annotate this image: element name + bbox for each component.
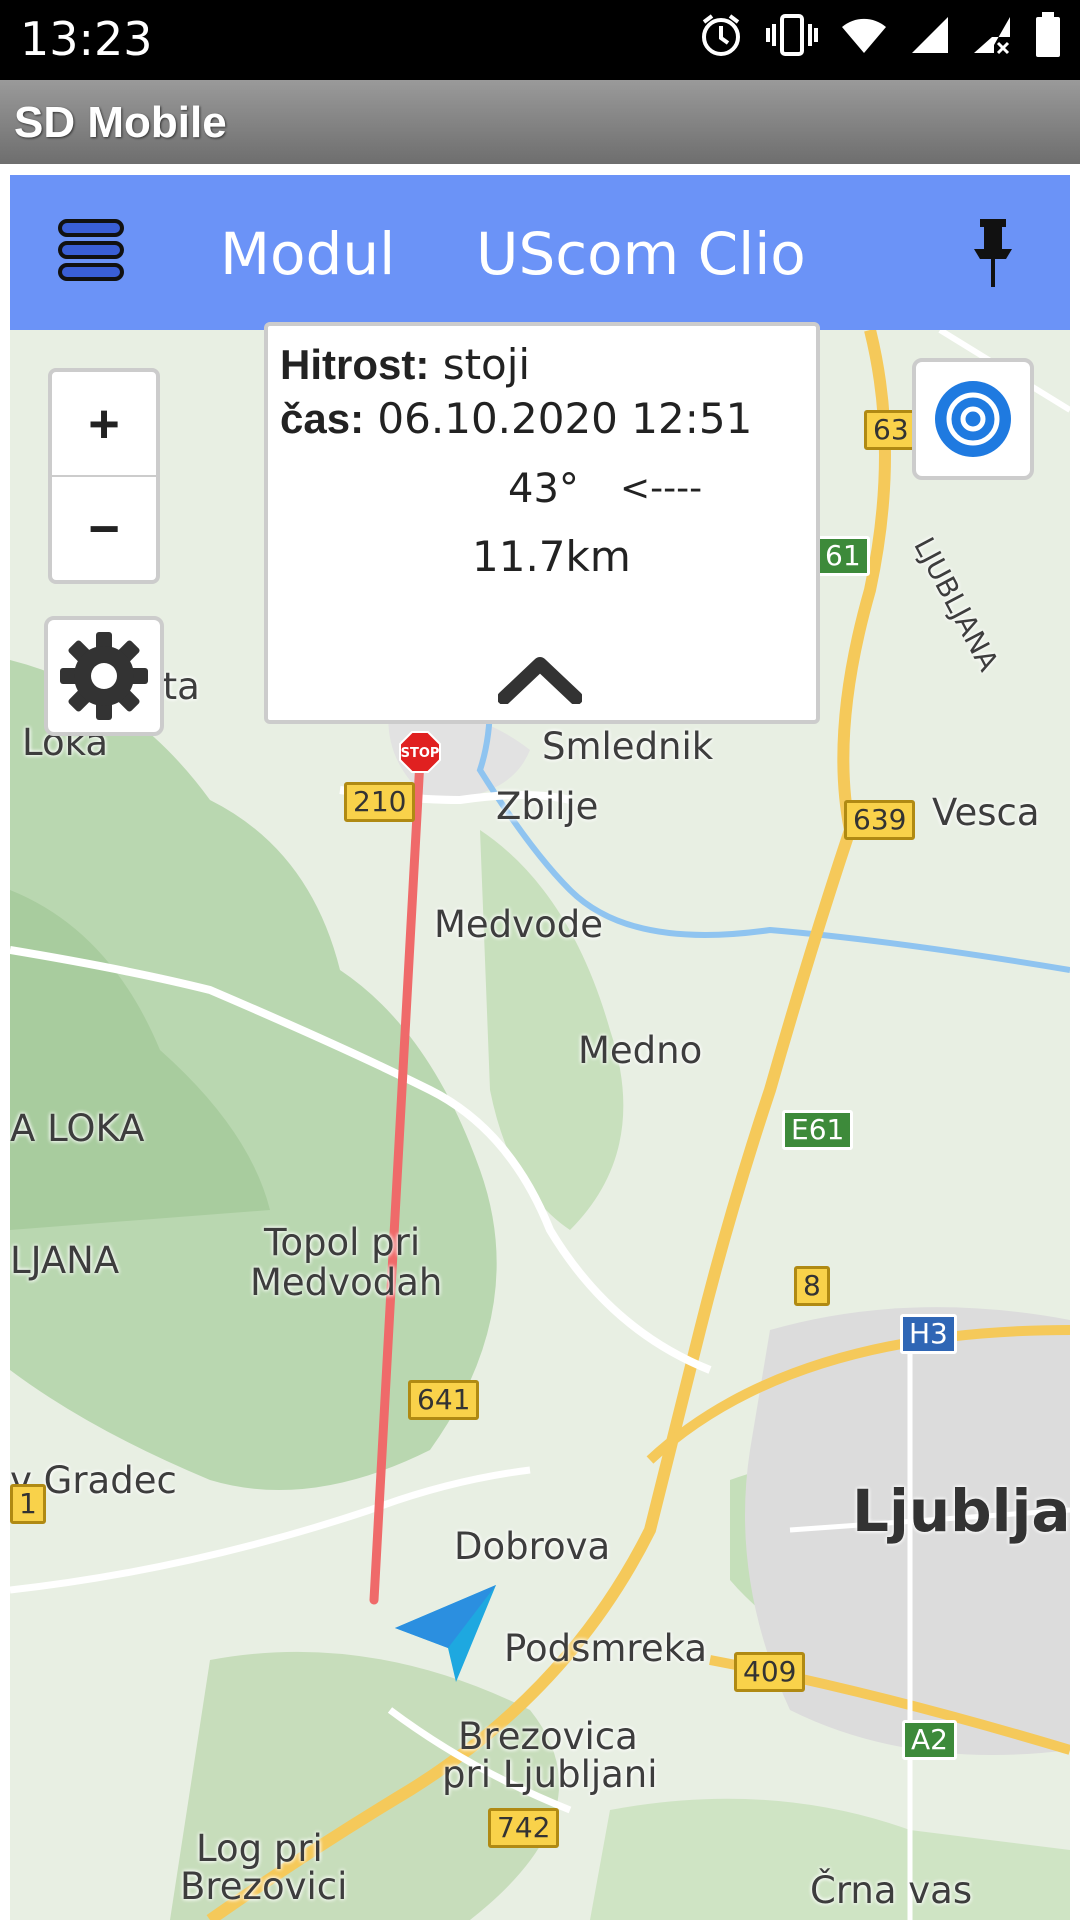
- map-label-ljana: LJANA: [10, 1239, 120, 1282]
- road-shield-1: 1: [10, 1484, 46, 1524]
- map-label-medvodah: Medvodah: [250, 1261, 443, 1304]
- road-shield-e61: E61: [782, 1110, 854, 1150]
- map-label-medvode: Medvode: [434, 903, 603, 946]
- collapse-button[interactable]: [497, 654, 583, 708]
- time-row: čas: 06.10.2020 12:51: [280, 394, 752, 443]
- map-label-medno: Medno: [578, 1029, 703, 1072]
- status-icons: [698, 12, 1062, 58]
- road-shield-742: 742: [488, 1808, 560, 1848]
- pin-icon: [974, 219, 1012, 287]
- time-value: 06.10.2020 12:51: [377, 394, 753, 443]
- app-title-bar: SD Mobile: [0, 80, 1080, 164]
- battery-icon: [1036, 12, 1060, 57]
- app-title: SD Mobile: [14, 98, 227, 147]
- wifi-icon: [842, 18, 886, 53]
- svg-text:STOP: STOP: [401, 746, 440, 761]
- status-time: 13:23: [20, 12, 153, 66]
- road-shield-h3: H3: [900, 1314, 957, 1354]
- speed-row: Hitrost: stoji: [280, 340, 530, 389]
- vibrate-icon: [766, 14, 818, 56]
- locate-button[interactable]: [912, 358, 1034, 480]
- map-label-dobrova: Dobrova: [454, 1525, 611, 1568]
- status-bar: 13:23: [0, 0, 1080, 80]
- map-label-topol: Topol pri: [264, 1221, 421, 1264]
- map-label-pri-ljubljani: pri Ljubljani: [442, 1753, 658, 1796]
- map-label-ljubljana: Ljubljan: [852, 1477, 1070, 1545]
- map-label-log-pri: Log pri: [196, 1827, 323, 1870]
- map-label-crna-vas: Črna vas: [810, 1869, 973, 1912]
- road-shield-61: 61: [816, 536, 870, 576]
- settings-button[interactable]: [44, 616, 164, 736]
- time-label: čas:: [280, 395, 365, 442]
- zoom-out-button[interactable]: −: [52, 475, 156, 580]
- pin-button[interactable]: [968, 217, 1018, 294]
- road-shield-409: 409: [734, 1652, 806, 1692]
- zoom-in-button[interactable]: +: [52, 372, 156, 475]
- map-label-zbilje: Zbilje: [496, 785, 599, 828]
- speed-value: stoji: [442, 340, 531, 389]
- distance-value: 11.7km: [472, 532, 631, 581]
- zoom-control: + −: [48, 368, 160, 584]
- road-shield-63: 63: [864, 410, 918, 450]
- device-name[interactable]: UScom Clio: [476, 220, 806, 288]
- road-shield-a2: A2: [902, 1720, 957, 1760]
- alarm-icon: [702, 14, 740, 56]
- menu-icon: [58, 219, 124, 281]
- module-label[interactable]: Modul: [220, 220, 395, 288]
- stop-marker[interactable]: STOP: [399, 731, 441, 773]
- signal-off-icon: [974, 17, 1010, 55]
- heading-value: 43°: [508, 466, 579, 512]
- speed-label: Hitrost:: [280, 341, 430, 388]
- gear-icon: [60, 632, 148, 720]
- map-label-smlednik: Smlednik: [542, 725, 714, 768]
- road-shield-639: 639: [844, 800, 916, 840]
- chevron-up-icon: [497, 657, 583, 705]
- vehicle-info-popup: Hitrost: stoji čas: 06.10.2020 12:51 43°…: [264, 322, 820, 724]
- road-shield-210: 210: [344, 782, 416, 822]
- map-label-a-loka: A LOKA: [10, 1107, 145, 1150]
- road-shield-8: 8: [794, 1266, 830, 1306]
- module-bar: Modul UScom Clio: [10, 175, 1070, 330]
- direction-indicator: <----: [620, 468, 703, 509]
- map-label-podsmreka: Podsmreka: [504, 1627, 708, 1670]
- menu-button[interactable]: [56, 217, 126, 288]
- map-label-brezovici: Brezovici: [180, 1865, 348, 1908]
- signal-icon: [912, 17, 948, 53]
- road-shield-641: 641: [408, 1380, 480, 1420]
- target-icon: [935, 381, 1011, 457]
- map-label-brezovica: Brezovica: [458, 1715, 638, 1758]
- map-label-vesca: Vesca: [932, 791, 1040, 834]
